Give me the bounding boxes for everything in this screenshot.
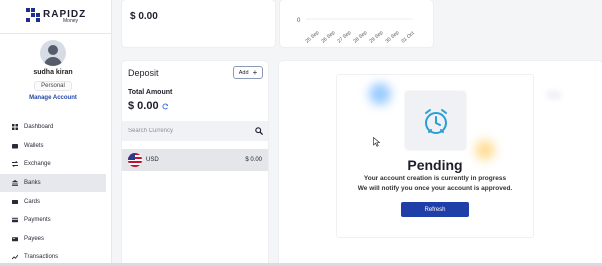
- card-icon: [12, 199, 18, 205]
- decorative-blur: [369, 83, 391, 105]
- pending-message: Your account creation is currently in pr…: [363, 175, 507, 182]
- currency-code: USD: [146, 157, 159, 163]
- currency-row-usd[interactable]: USD $ 0.00: [122, 149, 268, 171]
- sidebar-item-label: Cards: [24, 198, 41, 205]
- wallet-icon: [12, 143, 18, 149]
- account-status-card: Pending Your account creation is current…: [279, 61, 602, 266]
- mini-chart-card: 0 25 Sep 26 Sep 27 Sep 28 Sep 29 Sep 30 Sep 01…: [280, 0, 433, 47]
- total-amount-text: $ 0.00: [128, 100, 159, 112]
- payments-icon: [12, 217, 18, 223]
- search-icon[interactable]: [255, 127, 263, 135]
- sidebar-item-label: Exchange: [24, 161, 51, 168]
- mouse-cursor-icon: [373, 137, 381, 147]
- pending-notice: We will notify you once your account is …: [357, 185, 513, 192]
- total-amount-label: Total Amount: [128, 89, 173, 96]
- alarm-clock-icon: [406, 92, 465, 149]
- logo-mark-icon: [26, 8, 40, 22]
- sidebar-item-dashboard[interactable]: Dashboard: [0, 118, 112, 137]
- sidebar-item-label: Dashboard: [24, 124, 54, 131]
- mini-chart: 0 25 Sep 26 Sep 27 Sep 28 Sep 29 Sep 30 Sep 01…: [297, 18, 416, 45]
- sidebar-item-label: Payees: [24, 235, 45, 242]
- refresh-icon[interactable]: [162, 103, 169, 110]
- total-amount-value: $ 0.00: [128, 100, 169, 112]
- x-tick-label: 26 Sep: [320, 30, 336, 45]
- transactions-icon: [12, 254, 18, 260]
- sidebar-item-label: Transactions: [24, 254, 59, 261]
- search-currency-input[interactable]: [128, 128, 240, 134]
- sidebar-item-label: Wallets: [24, 142, 44, 149]
- y-tick-label: 0: [297, 18, 301, 24]
- sidebar-item-label: Banks: [24, 180, 41, 187]
- manage-account-link[interactable]: Manage Account: [0, 95, 106, 101]
- sidebar-nav: Dashboard Wallets Exchange Banks Cards P…: [0, 118, 112, 266]
- balance-value: $ 0.00: [130, 11, 158, 22]
- x-tick-label: 28 Sep: [352, 30, 368, 45]
- avatar[interactable]: [40, 40, 66, 66]
- x-tick-label: 27 Sep: [336, 30, 352, 45]
- x-tick-label: 30 Sep: [384, 30, 400, 45]
- dashboard-icon: [12, 124, 18, 131]
- sidebar-item-banks[interactable]: Banks: [0, 173, 106, 193]
- add-button-label: Add: [238, 69, 249, 76]
- decorative-blur: [547, 91, 561, 99]
- x-tick-label: 01 Oct: [400, 30, 416, 44]
- sidebar-item-payees[interactable]: Payees: [0, 230, 112, 249]
- currency-search[interactable]: [122, 121, 268, 141]
- deposit-title: Deposit: [128, 68, 159, 78]
- sidebar-item-label: Payments: [24, 217, 51, 224]
- pending-title: Pending: [407, 157, 463, 173]
- us-flag-icon: [128, 153, 142, 167]
- sidebar-item-cards[interactable]: Cards: [0, 192, 112, 211]
- role-badge: Personal: [34, 81, 72, 91]
- x-tick-label: 25 Sep: [304, 30, 320, 45]
- sidebar: RAPIDZ Money sudha kiran Personal Manage…: [0, 0, 112, 266]
- x-tick-labels: 25 Sep 26 Sep 27 Sep 28 Sep 29 Sep 30 Sep 01 O…: [304, 30, 416, 45]
- payees-icon: [12, 236, 18, 242]
- add-deposit-button[interactable]: Add +: [233, 66, 263, 79]
- bank-icon: [12, 180, 18, 187]
- deposit-card: Deposit Add + Total Amount $ 0.00 USD $ …: [122, 61, 268, 266]
- refresh-button[interactable]: Refresh: [401, 202, 469, 217]
- x-tick-label: 29 Sep: [368, 30, 384, 45]
- plus-icon: +: [252, 67, 258, 77]
- balance-card: $ 0.00: [122, 0, 275, 47]
- currency-amount: $ 0.00: [245, 157, 262, 163]
- sidebar-item-exchange[interactable]: Exchange: [0, 155, 112, 174]
- sidebar-item-wallets[interactable]: Wallets: [0, 137, 112, 156]
- user-name: sudha kiran: [33, 69, 73, 76]
- brand-sub: Money: [63, 18, 79, 24]
- sidebar-divider: [0, 33, 112, 34]
- exchange-icon: [12, 161, 18, 168]
- sidebar-item-payments[interactable]: Payments: [0, 211, 112, 230]
